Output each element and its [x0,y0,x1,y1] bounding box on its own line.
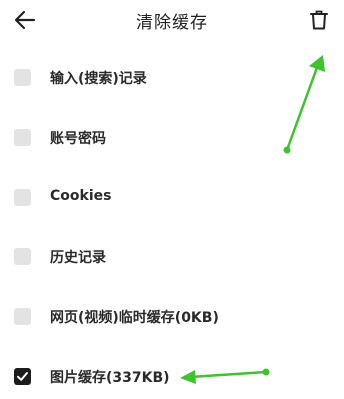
checkbox-checked[interactable] [14,368,31,385]
option-label: 输入(搜索)记录 [50,71,147,87]
checkbox[interactable] [14,308,31,325]
option-label: Cookies [50,188,112,204]
option-search-history[interactable]: 输入(搜索)记录 [0,56,344,100]
option-label: 网页(视频)临时缓存(0KB) [50,310,219,326]
option-web-temp-cache[interactable]: 网页(视频)临时缓存(0KB) [0,295,344,339]
option-label: 账号密码 [50,131,106,147]
option-browsing-history[interactable]: 历史记录 [0,235,344,279]
checkmark-icon [17,372,28,381]
checkbox[interactable] [14,248,31,265]
option-image-cache[interactable]: 图片缓存(337KB) [0,355,344,399]
option-cookies[interactable]: Cookies [0,176,344,220]
delete-button[interactable] [304,6,334,34]
trash-icon [310,10,328,30]
checkbox[interactable] [14,189,31,206]
page-title: 清除缓存 [136,13,208,33]
app-header: 清除缓存 [0,0,344,40]
checkbox[interactable] [14,129,31,146]
checkbox[interactable] [14,69,31,86]
option-label: 历史记录 [50,250,106,266]
option-label: 图片缓存(337KB) [50,370,170,386]
option-account-passwords[interactable]: 账号密码 [0,116,344,160]
